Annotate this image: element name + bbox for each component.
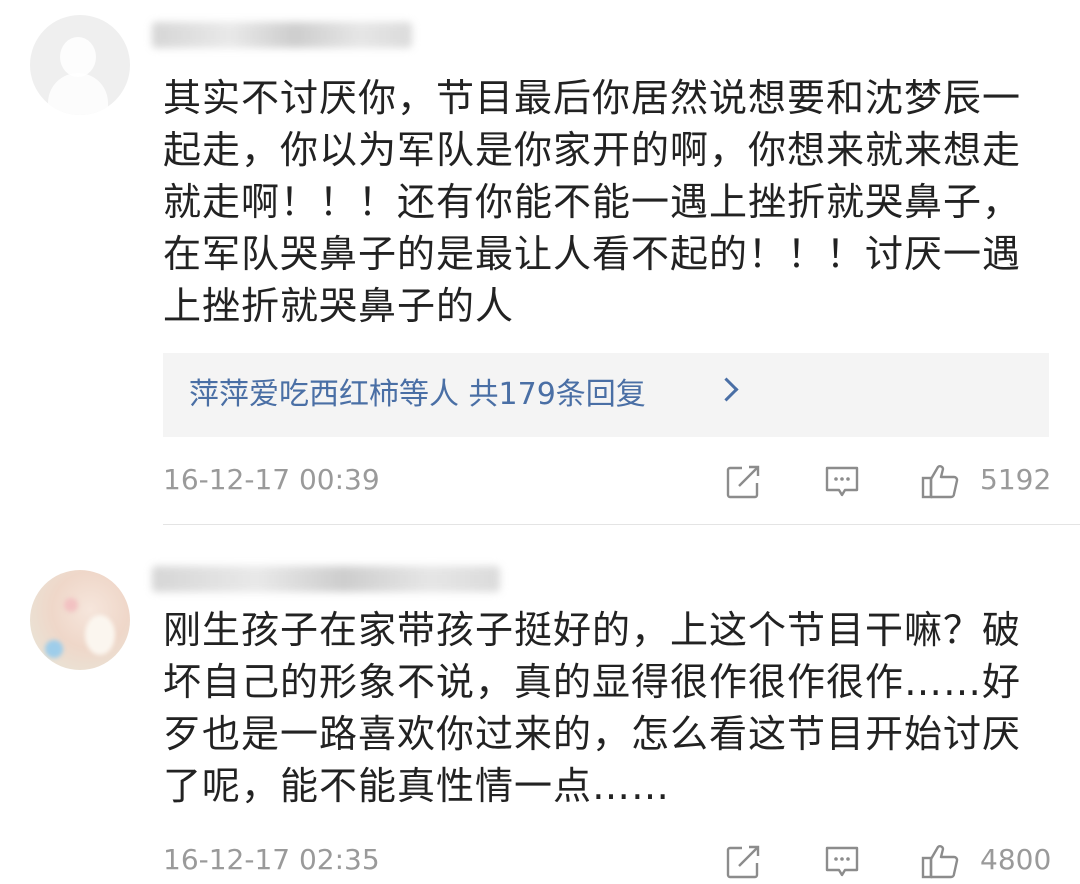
chevron-right-icon <box>714 377 739 402</box>
comment-text: 其实不讨厌你，节目最后你居然说想要和沈梦辰一起走，你以为军队是你家开的啊，你想来… <box>163 76 1022 328</box>
avatar[interactable] <box>30 570 130 670</box>
avatar-decoration <box>45 640 63 658</box>
comment-icon[interactable] <box>823 464 861 500</box>
like-icon[interactable] <box>920 842 960 880</box>
comment-icon[interactable] <box>823 844 861 880</box>
comment-timestamp: 16-12-17 00:39 <box>163 463 380 496</box>
username-blurred[interactable] <box>152 566 500 592</box>
comment-item: 刚生孩子在家带孩子挺好的，上这个节目干嘛？破坏自己的形象不说，真的显得很作很作很… <box>0 526 1080 884</box>
like-count: 5192 <box>980 463 1052 496</box>
avatar-decoration <box>85 615 115 655</box>
replies-summary[interactable]: 萍萍爱吃西红柿等人 共179条回复 <box>163 353 1049 437</box>
comment-divider <box>163 524 1080 525</box>
like-icon[interactable] <box>920 462 960 500</box>
share-icon[interactable] <box>725 844 761 880</box>
avatar[interactable] <box>30 15 130 115</box>
comment-text: 刚生孩子在家带孩子挺好的，上这个节目干嘛？破坏自己的形象不说，真的显得很作很作很… <box>163 608 1022 808</box>
avatar-head-shape <box>60 37 96 77</box>
comment-timestamp: 16-12-17 02:35 <box>163 843 380 876</box>
share-icon[interactable] <box>725 464 761 500</box>
comment-item: 其实不讨厌你，节目最后你居然说想要和沈梦辰一起走，你以为军队是你家开的啊，你想来… <box>0 0 1080 524</box>
replies-summary-label: 萍萍爱吃西红柿等人 共179条回复 <box>189 377 646 412</box>
username-blurred[interactable] <box>152 22 412 48</box>
like-count: 4800 <box>980 843 1052 876</box>
avatar-decoration <box>64 598 78 612</box>
avatar-body-shape <box>48 73 108 115</box>
